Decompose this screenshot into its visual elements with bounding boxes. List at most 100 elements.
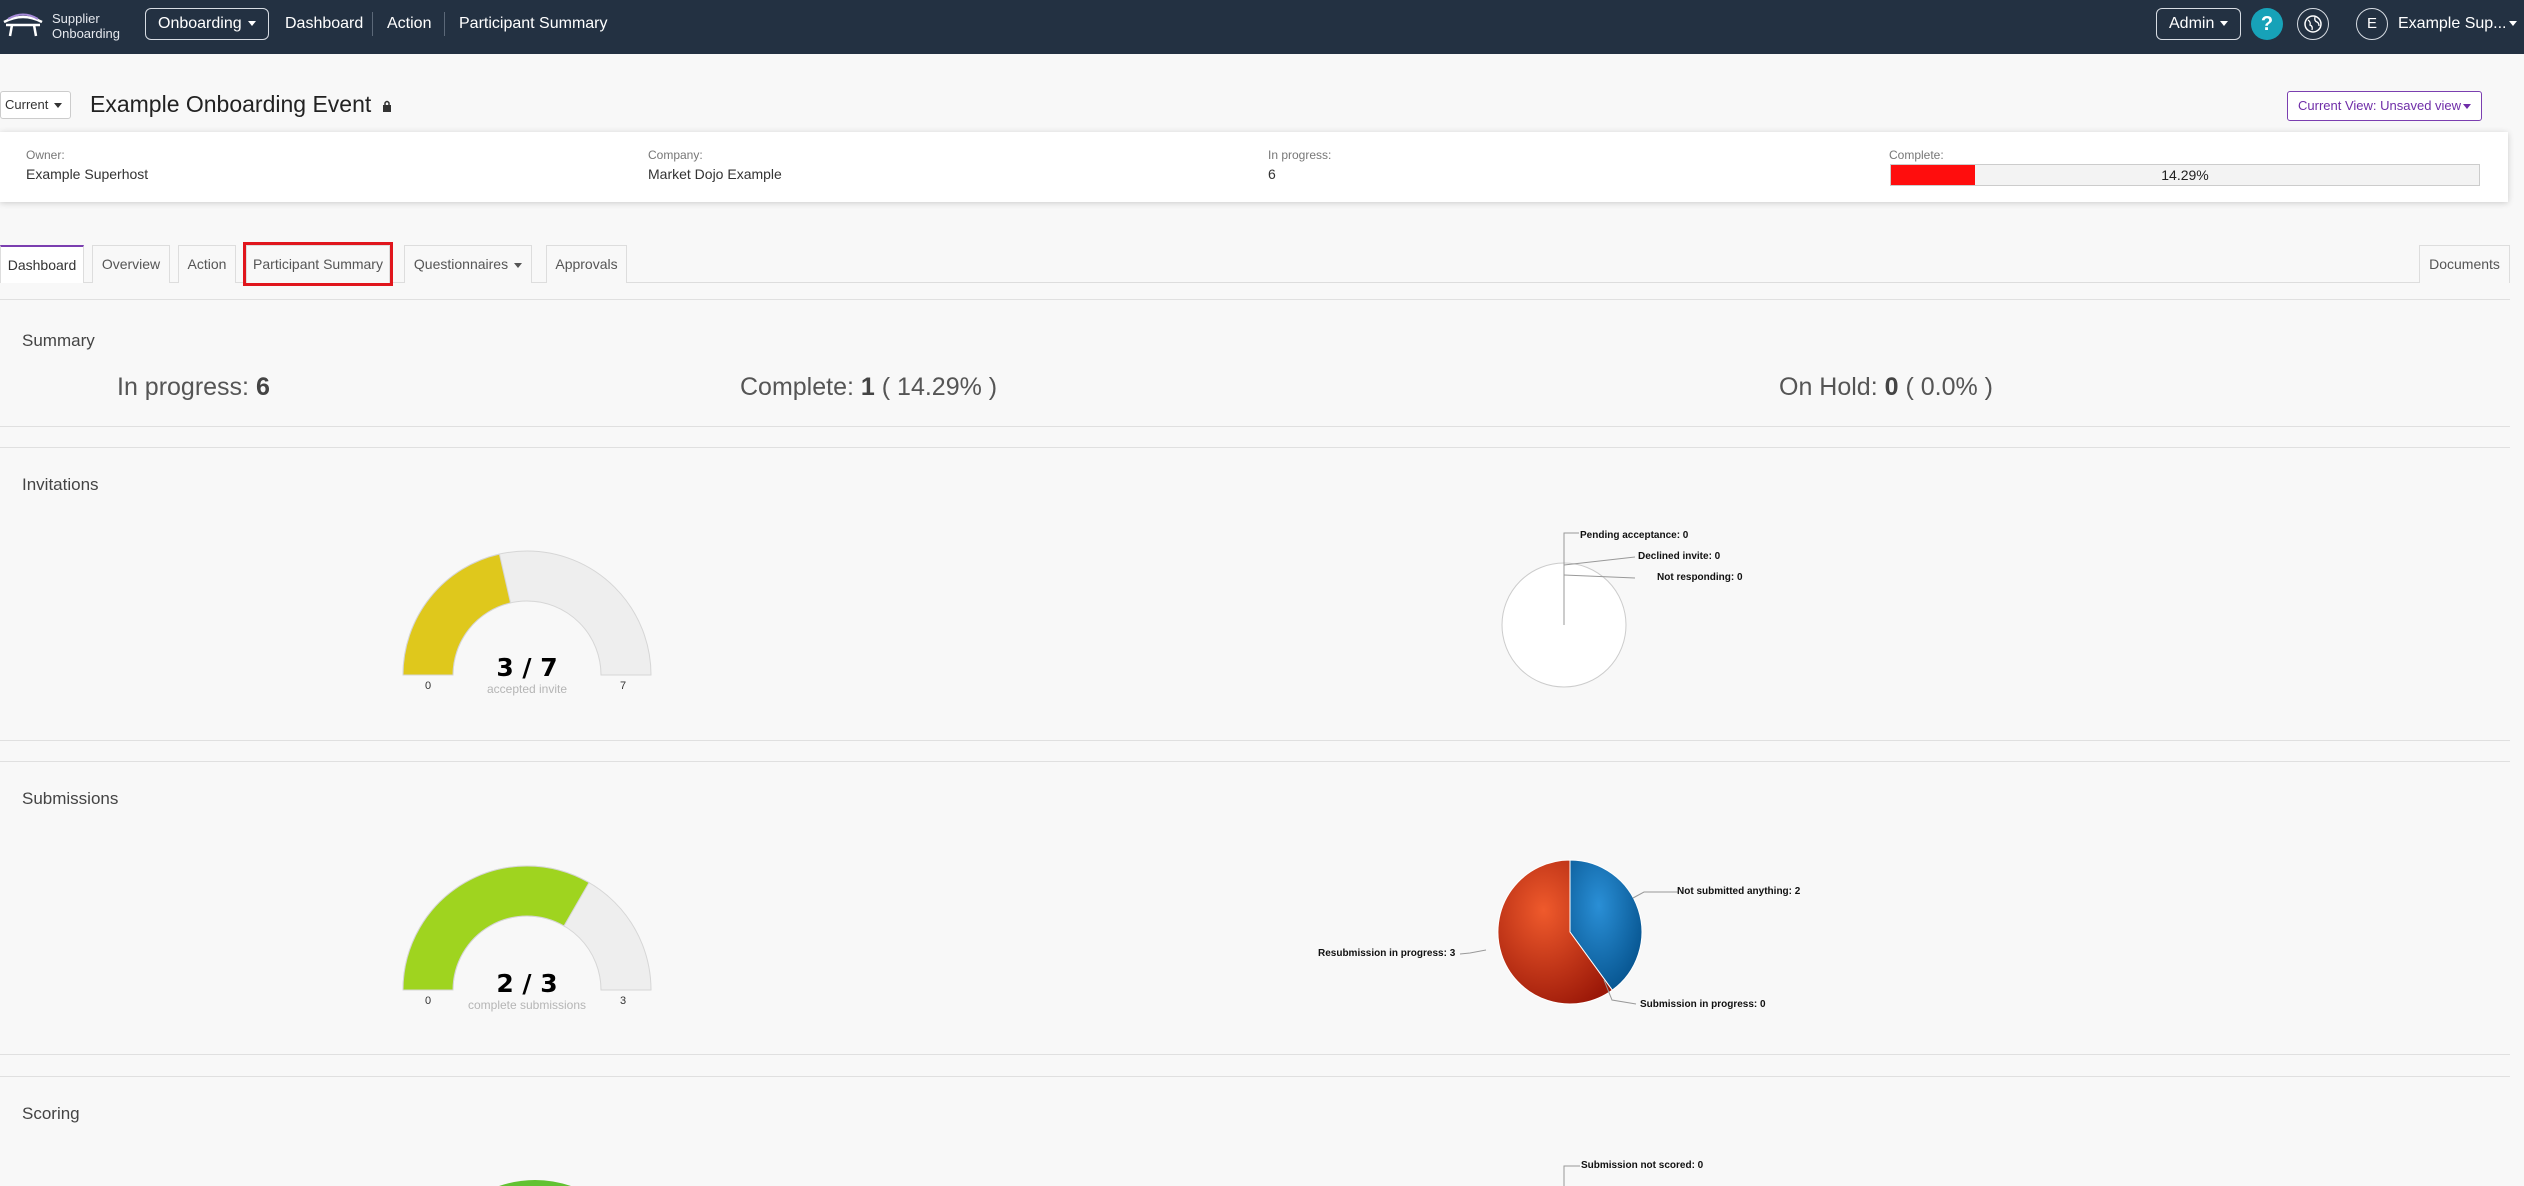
- avatar[interactable]: E: [2356, 8, 2388, 40]
- summary-in-progress-value: 6: [255, 373, 270, 401]
- scoring-title: Scoring: [22, 1104, 80, 1123]
- chevron-down-icon: [2508, 21, 2517, 27]
- summary-on-hold-label: On Hold:: [1779, 373, 1878, 401]
- submissions-panel: Submissions: [0, 761, 2510, 1055]
- invitations-panel: Invitations: [0, 447, 2510, 741]
- summary-title: Summary: [22, 331, 95, 350]
- pie-label-pending: Pending acceptance: 0: [1580, 530, 1689, 541]
- scoring-gauge: [499, 1180, 571, 1186]
- owner-field: Owner: Example Superhost: [26, 148, 148, 182]
- highlight-box: [243, 242, 393, 286]
- nav-divider: [372, 12, 373, 36]
- current-view-dropdown[interactable]: Current View: Unsaved view: [2287, 91, 2483, 121]
- module-dropdown-label: Onboarding: [158, 15, 242, 32]
- pie-label-in-progress: Submission in progress: 0: [1640, 999, 1766, 1010]
- gauge-caption: accepted invite: [486, 682, 568, 696]
- company-label: Company:: [648, 148, 703, 162]
- gauge-fill: [499, 1180, 571, 1186]
- pie-leader: [1563, 556, 1635, 566]
- gauge-caption: complete submissions: [467, 998, 587, 1012]
- gauge-value: 3 / 7: [496, 653, 558, 682]
- owner-value: Example Superhost: [26, 166, 149, 182]
- owner-label: Owner:: [26, 148, 65, 162]
- summary-complete-pct: ( 14.29% ): [881, 373, 998, 401]
- invitations-gauge-label: 3 / 7 accepted invite: [462, 653, 592, 696]
- chevron-down-icon: [54, 103, 63, 109]
- top-navbar: Supplier Onboarding Onboarding Dashboard…: [0, 0, 2524, 54]
- pie-label-not-scored: Submission not scored: 0: [1581, 1160, 1704, 1171]
- invitations-pie: [1501, 532, 1635, 688]
- scoring-panel: Scoring: [0, 1076, 2510, 1186]
- nav-participant-summary[interactable]: Participant Summary: [459, 15, 608, 33]
- globe-icon: [2304, 15, 2322, 33]
- gauge-min: 0: [425, 995, 432, 1007]
- summary-complete-label: Complete:: [740, 373, 854, 401]
- progress-text: 14.29%: [2161, 167, 2209, 183]
- company-field: Company: Market Dojo Example: [648, 148, 782, 182]
- tab-documents[interactable]: Documents: [2419, 245, 2510, 283]
- logo-line2: Onboarding: [52, 26, 120, 41]
- pie-leader: [1632, 891, 1678, 899]
- admin-label: Admin: [2169, 15, 2215, 32]
- avatar-initial: E: [2366, 15, 2377, 32]
- gauge-value: 2 / 3: [496, 969, 558, 998]
- help-icon[interactable]: ?: [2251, 8, 2283, 40]
- tab-questionnaires-label: Questionnaires: [413, 256, 509, 272]
- current-view-label: Current View: Unsaved view: [2298, 98, 2462, 113]
- pie-label-not-submitted: Not submitted anything: 2: [1677, 886, 1801, 897]
- pie-label-resubmission: Resubmission in progress: 3: [1318, 948, 1456, 959]
- summary-complete: Complete: 1 ( 14.29% ): [740, 373, 997, 402]
- summary-complete-value: 1: [860, 373, 875, 401]
- gauge-min: 0: [425, 680, 432, 692]
- nav-action[interactable]: Action: [387, 15, 431, 33]
- invitations-title: Invitations: [22, 475, 99, 494]
- chevron-down-icon: [514, 262, 523, 268]
- submissions-title: Submissions: [22, 789, 119, 808]
- pie-leader: [1460, 949, 1487, 955]
- page-title: Example Onboarding Event: [90, 91, 392, 118]
- pie-label-not-responding: Not responding: 0: [1657, 572, 1743, 583]
- admin-dropdown[interactable]: Admin: [2156, 8, 2242, 40]
- app-logo[interactable]: Supplier Onboarding: [0, 8, 130, 46]
- help-glyph: ?: [2260, 13, 2274, 35]
- logo-icon: [3, 13, 43, 37]
- nav-divider: [444, 12, 445, 36]
- event-title-text: Example Onboarding Event: [90, 91, 372, 117]
- submissions-pie: [1460, 859, 1678, 1005]
- version-select-label: Current: [5, 97, 49, 112]
- summary-on-hold-pct: ( 0.0% ): [1905, 373, 1994, 401]
- chevron-down-icon: [247, 21, 256, 27]
- submissions-gauge-label: 2 / 3 complete submissions: [447, 969, 607, 1012]
- in-progress-field: In progress: 6: [1268, 148, 1331, 182]
- in-progress-label: In progress:: [1268, 148, 1332, 162]
- user-name[interactable]: Example Sup...: [2398, 15, 2517, 33]
- pie-leader: [1563, 1165, 1580, 1186]
- company-value: Market Dojo Example: [648, 166, 782, 182]
- summary-in-progress: In progress: 6: [117, 373, 270, 402]
- summary-on-hold-value: 0: [1884, 373, 1899, 401]
- summary-on-hold: On Hold: 0 ( 0.0% ): [1779, 373, 1993, 402]
- lock-icon: [382, 100, 391, 112]
- pie-label-declined: Declined invite: 0: [1638, 551, 1721, 562]
- summary-panel: Summary: [0, 299, 2510, 427]
- gauge-max: 3: [620, 995, 627, 1007]
- version-select[interactable]: Current: [0, 91, 72, 119]
- complete-field: Complete:: [1889, 148, 1944, 162]
- in-progress-value: 6: [1268, 166, 1276, 182]
- tab-questionnaires[interactable]: Questionnaires: [404, 245, 532, 283]
- chevron-down-icon: [2463, 104, 2472, 110]
- tab-approvals[interactable]: Approvals: [546, 245, 627, 283]
- pie-slices: [1497, 859, 1643, 1005]
- user-name-label: Example Sup...: [2398, 15, 2507, 32]
- complete-label: Complete:: [1889, 148, 1944, 162]
- complete-progress-bar: 14.29%: [1890, 164, 2480, 186]
- tab-overview[interactable]: Overview: [92, 245, 170, 283]
- module-dropdown[interactable]: Onboarding: [145, 8, 269, 40]
- chevron-down-icon: [2220, 21, 2229, 27]
- nav-dashboard[interactable]: Dashboard: [285, 15, 363, 33]
- language-button[interactable]: [2297, 8, 2329, 40]
- tab-dashboard[interactable]: Dashboard: [0, 245, 84, 283]
- summary-in-progress-label: In progress:: [117, 373, 250, 401]
- tab-action[interactable]: Action: [178, 245, 236, 283]
- logo-line1: Supplier: [52, 11, 100, 26]
